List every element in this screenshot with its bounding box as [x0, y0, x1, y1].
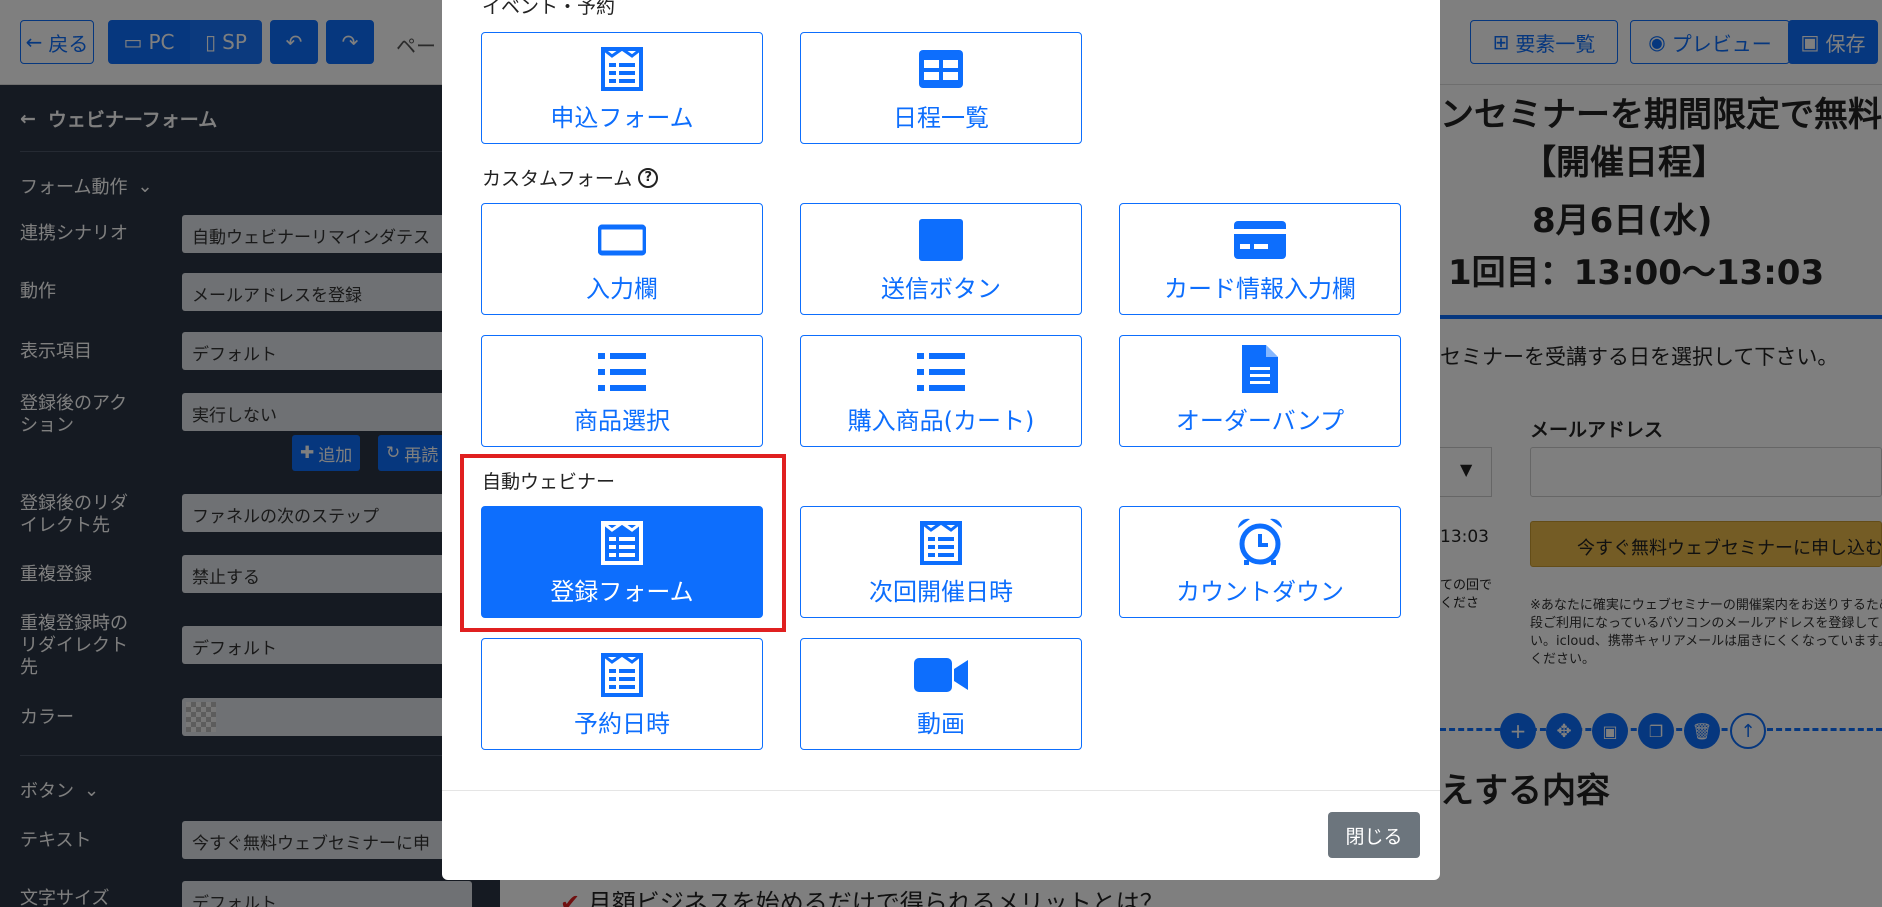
- list-icon: [917, 353, 965, 391]
- tile-video[interactable]: 動画: [800, 638, 1082, 750]
- close-button[interactable]: 閉じる: [1328, 812, 1420, 858]
- tile-order-bump[interactable]: オーダーバンプ: [1119, 335, 1401, 447]
- modal-footer-divider: [442, 790, 1440, 791]
- tile-schedule-list[interactable]: 日程一覧: [800, 32, 1082, 144]
- tile-card-input[interactable]: カード情報入力欄: [1119, 203, 1401, 315]
- question-circle-icon[interactable]: ?: [638, 167, 659, 188]
- square-icon: [919, 219, 963, 261]
- tile-cart-products[interactable]: 購入商品(カート): [800, 335, 1082, 447]
- tile-input-field[interactable]: 入力欄: [481, 203, 763, 315]
- form-icon: [601, 653, 643, 697]
- form-icon: [920, 521, 962, 565]
- form-icon: [601, 47, 643, 91]
- grid-icon: [919, 50, 963, 88]
- selection-highlight-box: [460, 454, 786, 632]
- element-picker-modal: イベント・予約 申込フォーム 日程一覧 カスタムフォーム ? 入力欄 送信ボタン…: [442, 0, 1440, 880]
- tile-product-select[interactable]: 商品選択: [481, 335, 763, 447]
- tile-reservation-datetime[interactable]: 予約日時: [481, 638, 763, 750]
- tile-next-session[interactable]: 次回開催日時: [800, 506, 1082, 618]
- tile-application-form[interactable]: 申込フォーム: [481, 32, 763, 144]
- tile-submit-button[interactable]: 送信ボタン: [800, 203, 1082, 315]
- document-icon: [1242, 345, 1278, 393]
- input-box-icon: [598, 224, 646, 256]
- section-title-event: イベント・予約: [482, 0, 616, 18]
- section-title-custom: カスタムフォーム ?: [482, 164, 659, 191]
- video-camera-icon: [914, 658, 968, 692]
- alarm-clock-icon: [1238, 518, 1282, 565]
- credit-card-icon: [1234, 221, 1286, 259]
- list-icon: [598, 353, 646, 391]
- tile-countdown[interactable]: カウントダウン: [1119, 506, 1401, 618]
